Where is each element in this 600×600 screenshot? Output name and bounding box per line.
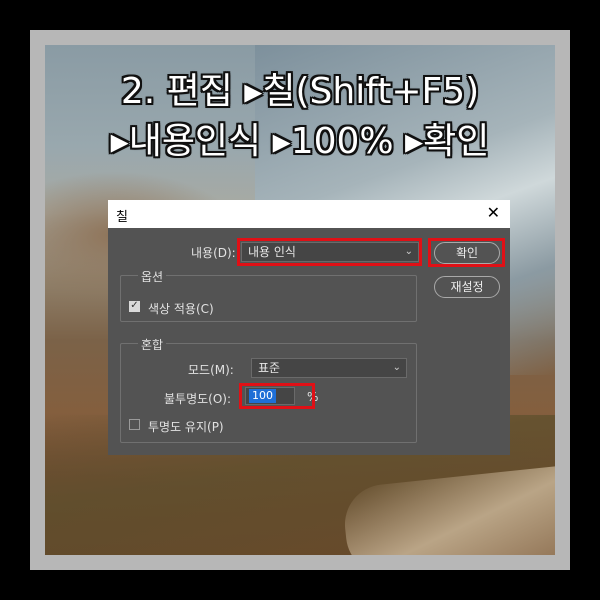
chevron-down-icon: ⌄ [392, 362, 401, 373]
blend-group-title: 혼합 [138, 336, 167, 353]
opacity-label: 불투명도(O): [164, 392, 232, 406]
mode-select[interactable]: 표준 ⌄ [251, 358, 407, 378]
fill-dialog: 칠 ✕ 내용(D): 내용 인식 ⌄ 확인 재설정 옵션 ✓ 색상 적용(C) … [108, 200, 510, 455]
mode-label: 모드(M): [188, 363, 234, 377]
dialog-title: 칠 [116, 210, 128, 225]
color-adapt-label: 색상 적용(C) [148, 302, 214, 316]
close-icon[interactable]: ✕ [487, 203, 500, 222]
preserve-transparency-label: 투명도 유지(P) [148, 420, 224, 434]
highlight-box-content [237, 238, 422, 266]
content-label: 내용(D): [191, 246, 236, 260]
mode-select-value: 표준 [258, 361, 281, 375]
headline-line-2: ▸내용인식 ▸100% ▸확인 [110, 121, 490, 162]
highlight-box-opacity [239, 383, 315, 409]
reset-button[interactable]: 재설정 [434, 276, 500, 298]
options-group-title: 옵션 [138, 268, 167, 285]
headline-line-1: 2. 편집 ▸칠(Shift+F5) [120, 71, 480, 112]
dialog-titlebar: 칠 ✕ [108, 200, 510, 228]
color-adapt-checkbox[interactable]: ✓ [129, 301, 140, 312]
preserve-transparency-checkbox[interactable] [129, 419, 140, 430]
highlight-box-ok [428, 238, 505, 267]
